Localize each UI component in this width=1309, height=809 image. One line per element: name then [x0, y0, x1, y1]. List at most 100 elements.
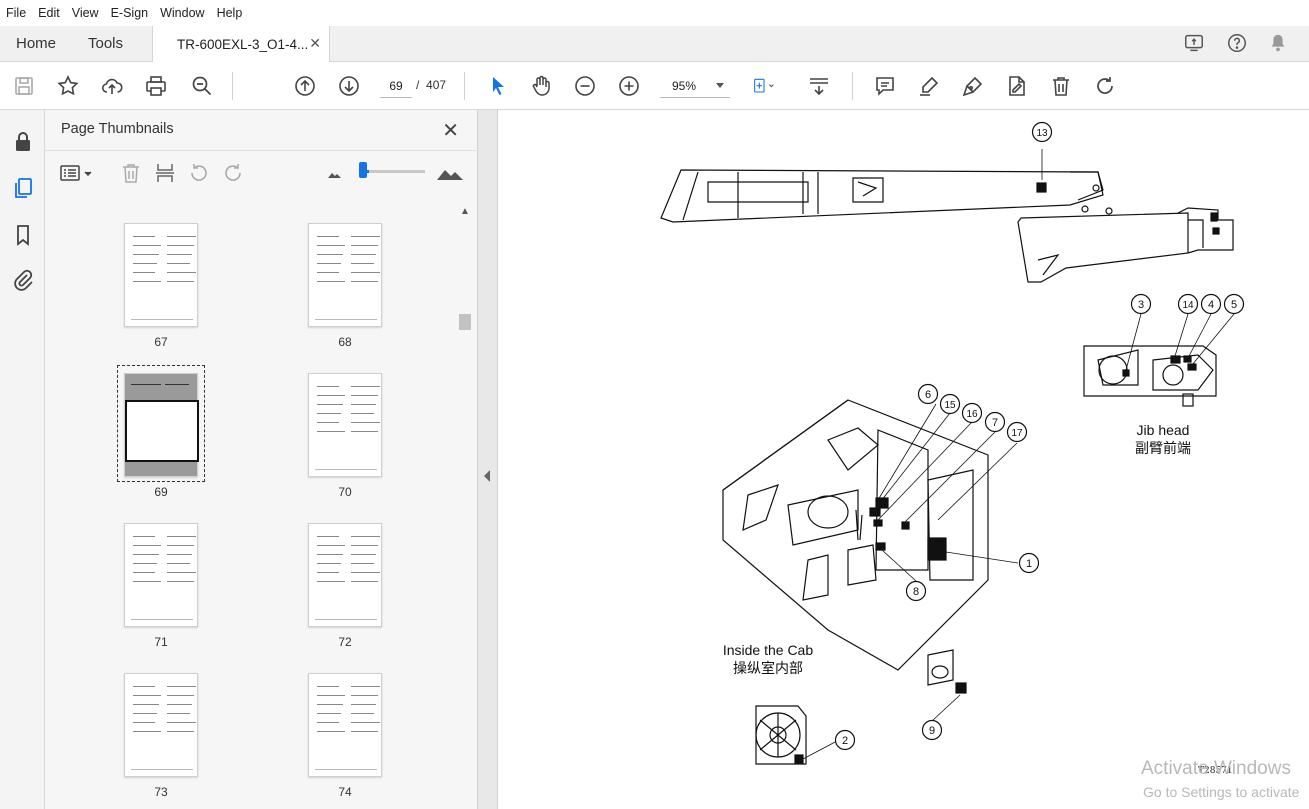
page-thumbnail[interactable] — [308, 523, 382, 627]
zoom-out-icon[interactable] — [573, 74, 597, 98]
thumbnail-delete-icon[interactable] — [119, 161, 143, 185]
document-viewport[interactable]: 13 3 14 4 5 6 15 16 7 17 1 8 2 9 Jib head 副臂前端 Inside… — [498, 110, 1309, 809]
menu-edit[interactable]: Edit — [38, 6, 60, 20]
rotate-redo-icon[interactable] — [1093, 74, 1117, 98]
cab-caption-en: Inside the Cab — [722, 642, 814, 658]
thumbnail-options-icon[interactable] — [59, 161, 95, 185]
callout-number: 7 — [992, 417, 998, 429]
page-thumbnails-icon[interactable] — [11, 176, 35, 200]
thumbnail-extract-icon[interactable] — [153, 161, 177, 185]
previous-page-icon[interactable] — [293, 74, 317, 98]
menu-window[interactable]: Window — [160, 6, 204, 20]
sign-pen-icon[interactable] — [961, 74, 985, 98]
lock-icon[interactable] — [11, 130, 35, 154]
jib-head-caption: Jib head 副臂前端 — [1123, 422, 1203, 458]
thumbnail-page-number: 67 — [154, 335, 168, 349]
jib-head-caption-en: Jib head — [1136, 422, 1190, 438]
help-icon[interactable] — [1226, 32, 1248, 54]
upload-cloud-icon[interactable] — [100, 74, 124, 98]
callout-number: 1 — [1026, 558, 1032, 570]
menu-esign[interactable]: E-Sign — [111, 6, 149, 20]
hand-tool-icon[interactable] — [529, 74, 553, 98]
thumbnail-page-number: 68 — [338, 335, 352, 349]
search-zoom-icon[interactable] — [190, 74, 214, 98]
zoom-in-icon[interactable] — [617, 74, 641, 98]
page-thumbnails-panel: Page Thumbnails ✕ 67 68 69 70 71 72 73 74 ▲ — [45, 110, 478, 809]
jib-head-drawing — [1083, 345, 1217, 407]
page-separator: / — [416, 78, 420, 92]
thumbnail-page-number: 69 — [154, 485, 168, 499]
page-number-input[interactable] — [380, 74, 412, 98]
thumbnail-size-slider-track[interactable] — [363, 170, 425, 173]
thumbnail-page-number: 70 — [338, 485, 352, 499]
callout-number: 3 — [1138, 299, 1144, 311]
thumbnail-scrollbar[interactable]: ▲ — [457, 204, 473, 804]
thumbnail-page-number: 74 — [338, 785, 352, 799]
next-page-icon[interactable] — [337, 74, 361, 98]
tab-home[interactable]: Home — [16, 35, 56, 52]
callout-number: 6 — [925, 389, 931, 401]
page-total-label: / 407 — [416, 78, 446, 92]
notification-bell-icon[interactable] — [1267, 32, 1289, 54]
share-screen-icon[interactable] — [1183, 32, 1205, 54]
scrollbar-thumb[interactable] — [459, 314, 471, 330]
thumbnail-page-number: 71 — [154, 635, 168, 649]
thumbnail-size-slider-handle[interactable] — [359, 162, 367, 178]
attachments-paperclip-icon[interactable] — [11, 268, 35, 292]
boom-drawing — [660, 169, 1234, 283]
panel-splitter[interactable] — [478, 110, 498, 809]
callout-number: 8 — [913, 586, 919, 598]
menu-bar: File Edit View E-Sign Window Help — [0, 0, 1309, 26]
thumbnail-page-number: 73 — [154, 785, 168, 799]
menu-view[interactable]: View — [72, 6, 99, 20]
fit-page-icon[interactable] — [752, 74, 788, 98]
page-thumbnail[interactable] — [308, 223, 382, 327]
page-total: 407 — [426, 78, 447, 92]
menu-file[interactable]: File — [6, 6, 26, 20]
menu-help[interactable]: Help — [217, 6, 243, 20]
collapse-panel-arrow-icon[interactable] — [484, 470, 490, 482]
page-thumbnail[interactable] — [124, 373, 199, 477]
cab-caption-cn: 操纵室内部 — [733, 661, 803, 677]
large-thumbnails-icon[interactable] — [435, 161, 465, 185]
main-toolbar: / 407 95% — [0, 62, 1309, 110]
toolbar-separator — [232, 72, 233, 100]
bookmark-star-icon[interactable] — [56, 74, 80, 98]
small-thumbnails-icon[interactable] — [323, 161, 347, 185]
rotate-left-icon[interactable] — [187, 161, 211, 185]
document-tab-title: TR-600EXL-3_O1-4... — [177, 36, 309, 52]
print-icon[interactable] — [144, 74, 168, 98]
tab-document[interactable]: TR-600EXL-3_O1-4... ✕ — [152, 26, 330, 62]
callout-number: 14 — [1182, 300, 1194, 311]
callout-number: 2 — [842, 735, 848, 747]
callout-number: 4 — [1208, 299, 1214, 311]
jib-head-caption-cn: 副臂前端 — [1135, 441, 1191, 457]
activate-windows-watermark-subtitle: Go to Settings to activate — [1143, 784, 1300, 800]
edit-pdf-icon[interactable] — [1005, 74, 1029, 98]
toolbar-separator — [464, 72, 465, 100]
rotate-right-icon[interactable] — [221, 161, 245, 185]
callout-number: 17 — [1011, 428, 1023, 439]
select-cursor-icon[interactable] — [486, 74, 510, 98]
page-thumbnail[interactable] — [308, 373, 382, 477]
cab-caption: Inside the Cab 操纵室内部 — [708, 642, 828, 678]
bookmarks-icon[interactable] — [11, 223, 35, 247]
zoom-level-select[interactable]: 95% — [660, 74, 730, 98]
tab-bar: Home Tools TR-600EXL-3_O1-4... ✕ — [0, 26, 1309, 62]
save-icon[interactable] — [12, 74, 36, 98]
scroll-up-icon[interactable]: ▲ — [460, 206, 470, 217]
tab-tools[interactable]: Tools — [88, 35, 123, 52]
comment-icon[interactable] — [873, 74, 897, 98]
close-panel-icon[interactable]: ✕ — [442, 118, 459, 143]
page-thumbnail[interactable] — [124, 673, 198, 777]
page-thumbnail[interactable] — [124, 223, 198, 327]
close-tab-icon[interactable]: ✕ — [309, 35, 321, 52]
highlight-pen-icon[interactable] — [917, 74, 941, 98]
delete-trash-icon[interactable] — [1049, 74, 1073, 98]
scroll-mode-icon[interactable] — [807, 74, 831, 98]
thumbnail-page-number: 72 — [338, 635, 352, 649]
page-thumbnail[interactable] — [308, 673, 382, 777]
callout-number: 13 — [1036, 128, 1048, 139]
page-thumbnail[interactable] — [124, 523, 198, 627]
left-navigation-rail — [0, 110, 45, 809]
